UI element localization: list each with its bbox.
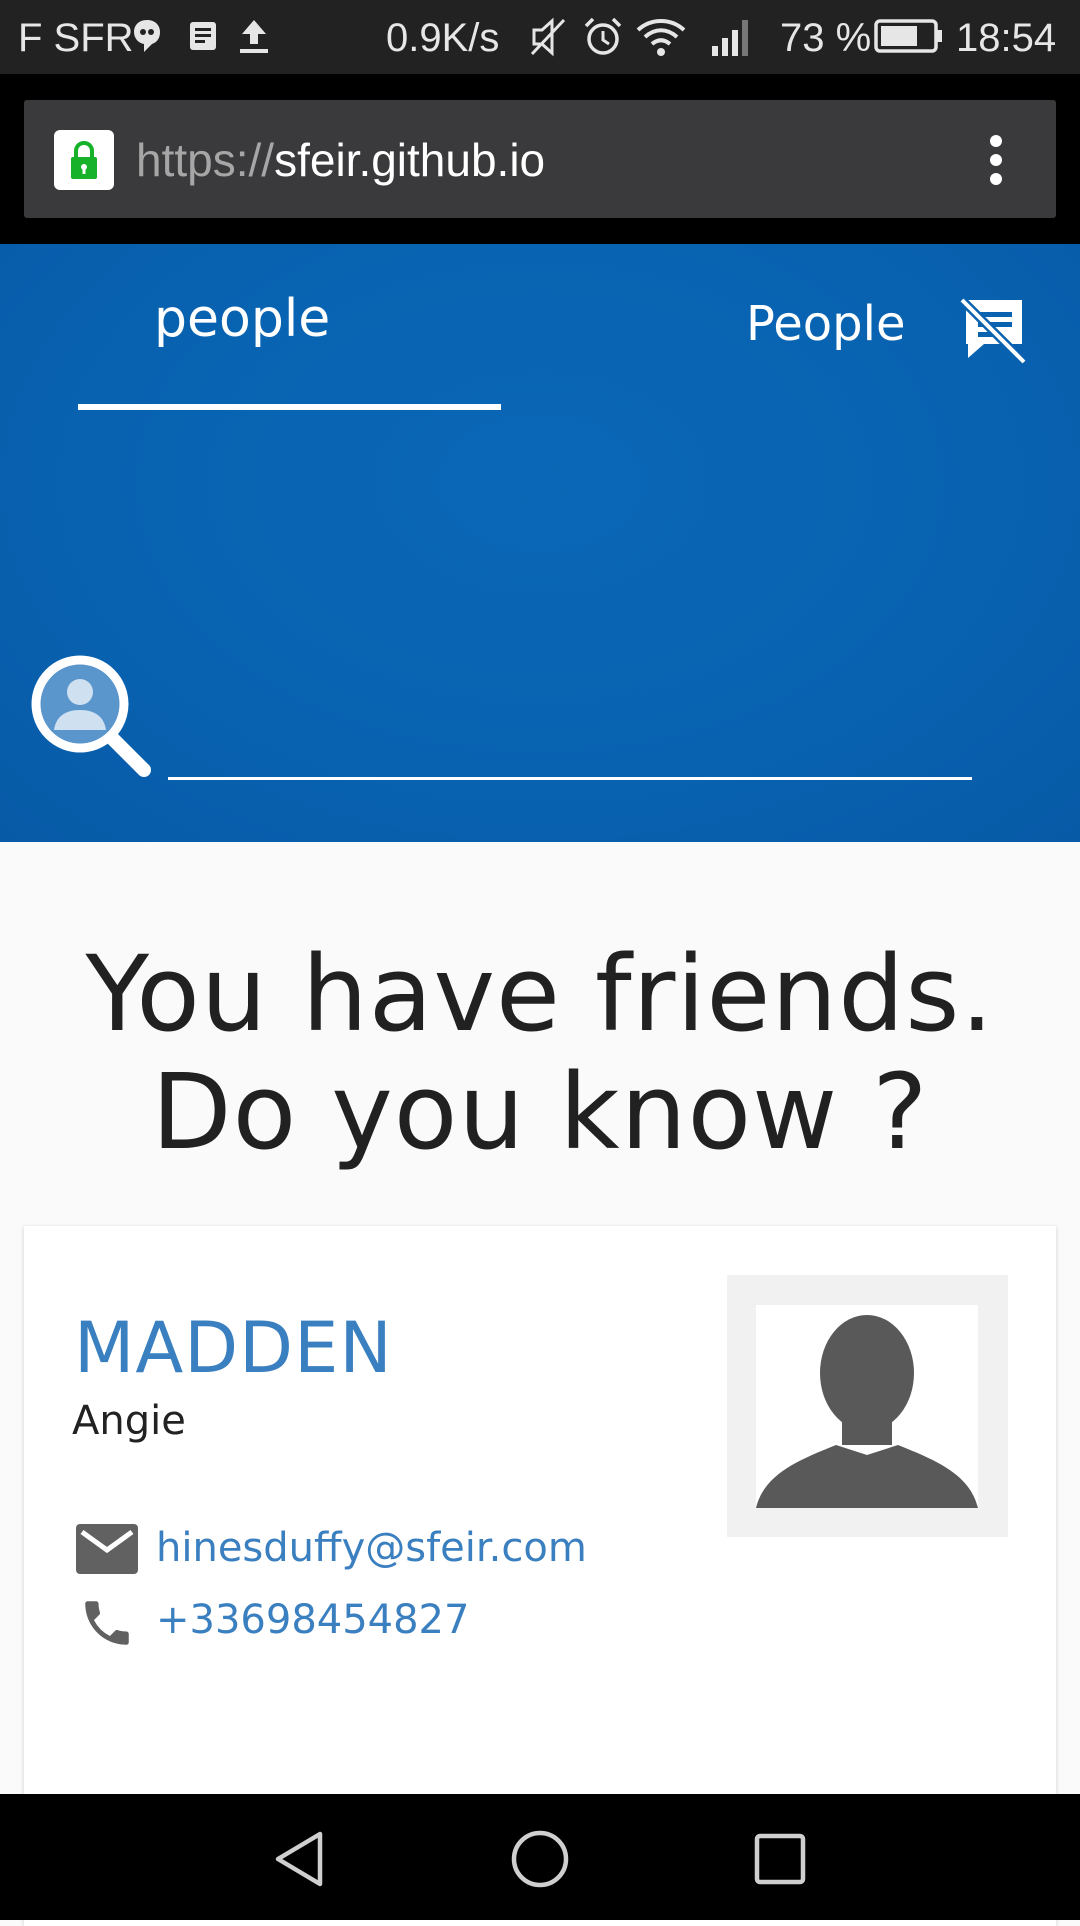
- email-link[interactable]: hinesduffy@sfeir.com: [156, 1522, 587, 1574]
- person-lastname[interactable]: MADDEN: [74, 1308, 393, 1388]
- battery-percent: 73 %: [780, 16, 872, 60]
- url-text[interactable]: https://sfeir.github.io: [136, 130, 545, 190]
- search-input[interactable]: [168, 777, 972, 780]
- url-host: sfeir.github.io: [274, 134, 546, 186]
- nav-people-link[interactable]: People: [746, 292, 905, 356]
- avatar-icon: [756, 1305, 978, 1508]
- recents-icon[interactable]: [752, 1830, 808, 1888]
- back-icon[interactable]: [270, 1828, 330, 1890]
- logo-text: people: [154, 289, 330, 349]
- mute-icon: [530, 17, 566, 57]
- phone-link[interactable]: +33698454827: [156, 1594, 469, 1646]
- person-search-icon[interactable]: [28, 652, 158, 782]
- people-logo[interactable]: people: [154, 286, 374, 356]
- upload-icon: [240, 20, 268, 53]
- more-vert-icon[interactable]: [976, 130, 1016, 190]
- status-bar: F SFR 0.9K/s 73 % 18:54: [0, 0, 1080, 74]
- wifi-icon: [636, 19, 686, 56]
- mail-icon: [76, 1524, 138, 1574]
- home-icon[interactable]: [510, 1828, 570, 1890]
- person-firstname: Angie: [72, 1398, 186, 1444]
- signal-icon: [712, 20, 748, 56]
- lock-icon[interactable]: [54, 130, 114, 190]
- carrier-label: F SFR: [18, 16, 134, 60]
- chat-bubble-icon: [134, 20, 160, 52]
- network-speed: 0.9K/s: [386, 16, 500, 60]
- page-title: You have friends. Do you know ?: [0, 935, 1080, 1171]
- speaker-notes-off-icon[interactable]: [958, 292, 1030, 366]
- clock: 18:54: [956, 16, 1057, 60]
- headline-line-2: Do you know ?: [151, 1051, 929, 1173]
- headline-line-1: You have friends.: [85, 933, 995, 1055]
- phone-icon: [78, 1594, 136, 1652]
- battery-icon: [874, 19, 942, 53]
- logo-underline: [78, 404, 501, 410]
- url-scheme: https://: [136, 134, 275, 186]
- notes-icon: [190, 22, 216, 50]
- alarm-icon: [584, 17, 622, 55]
